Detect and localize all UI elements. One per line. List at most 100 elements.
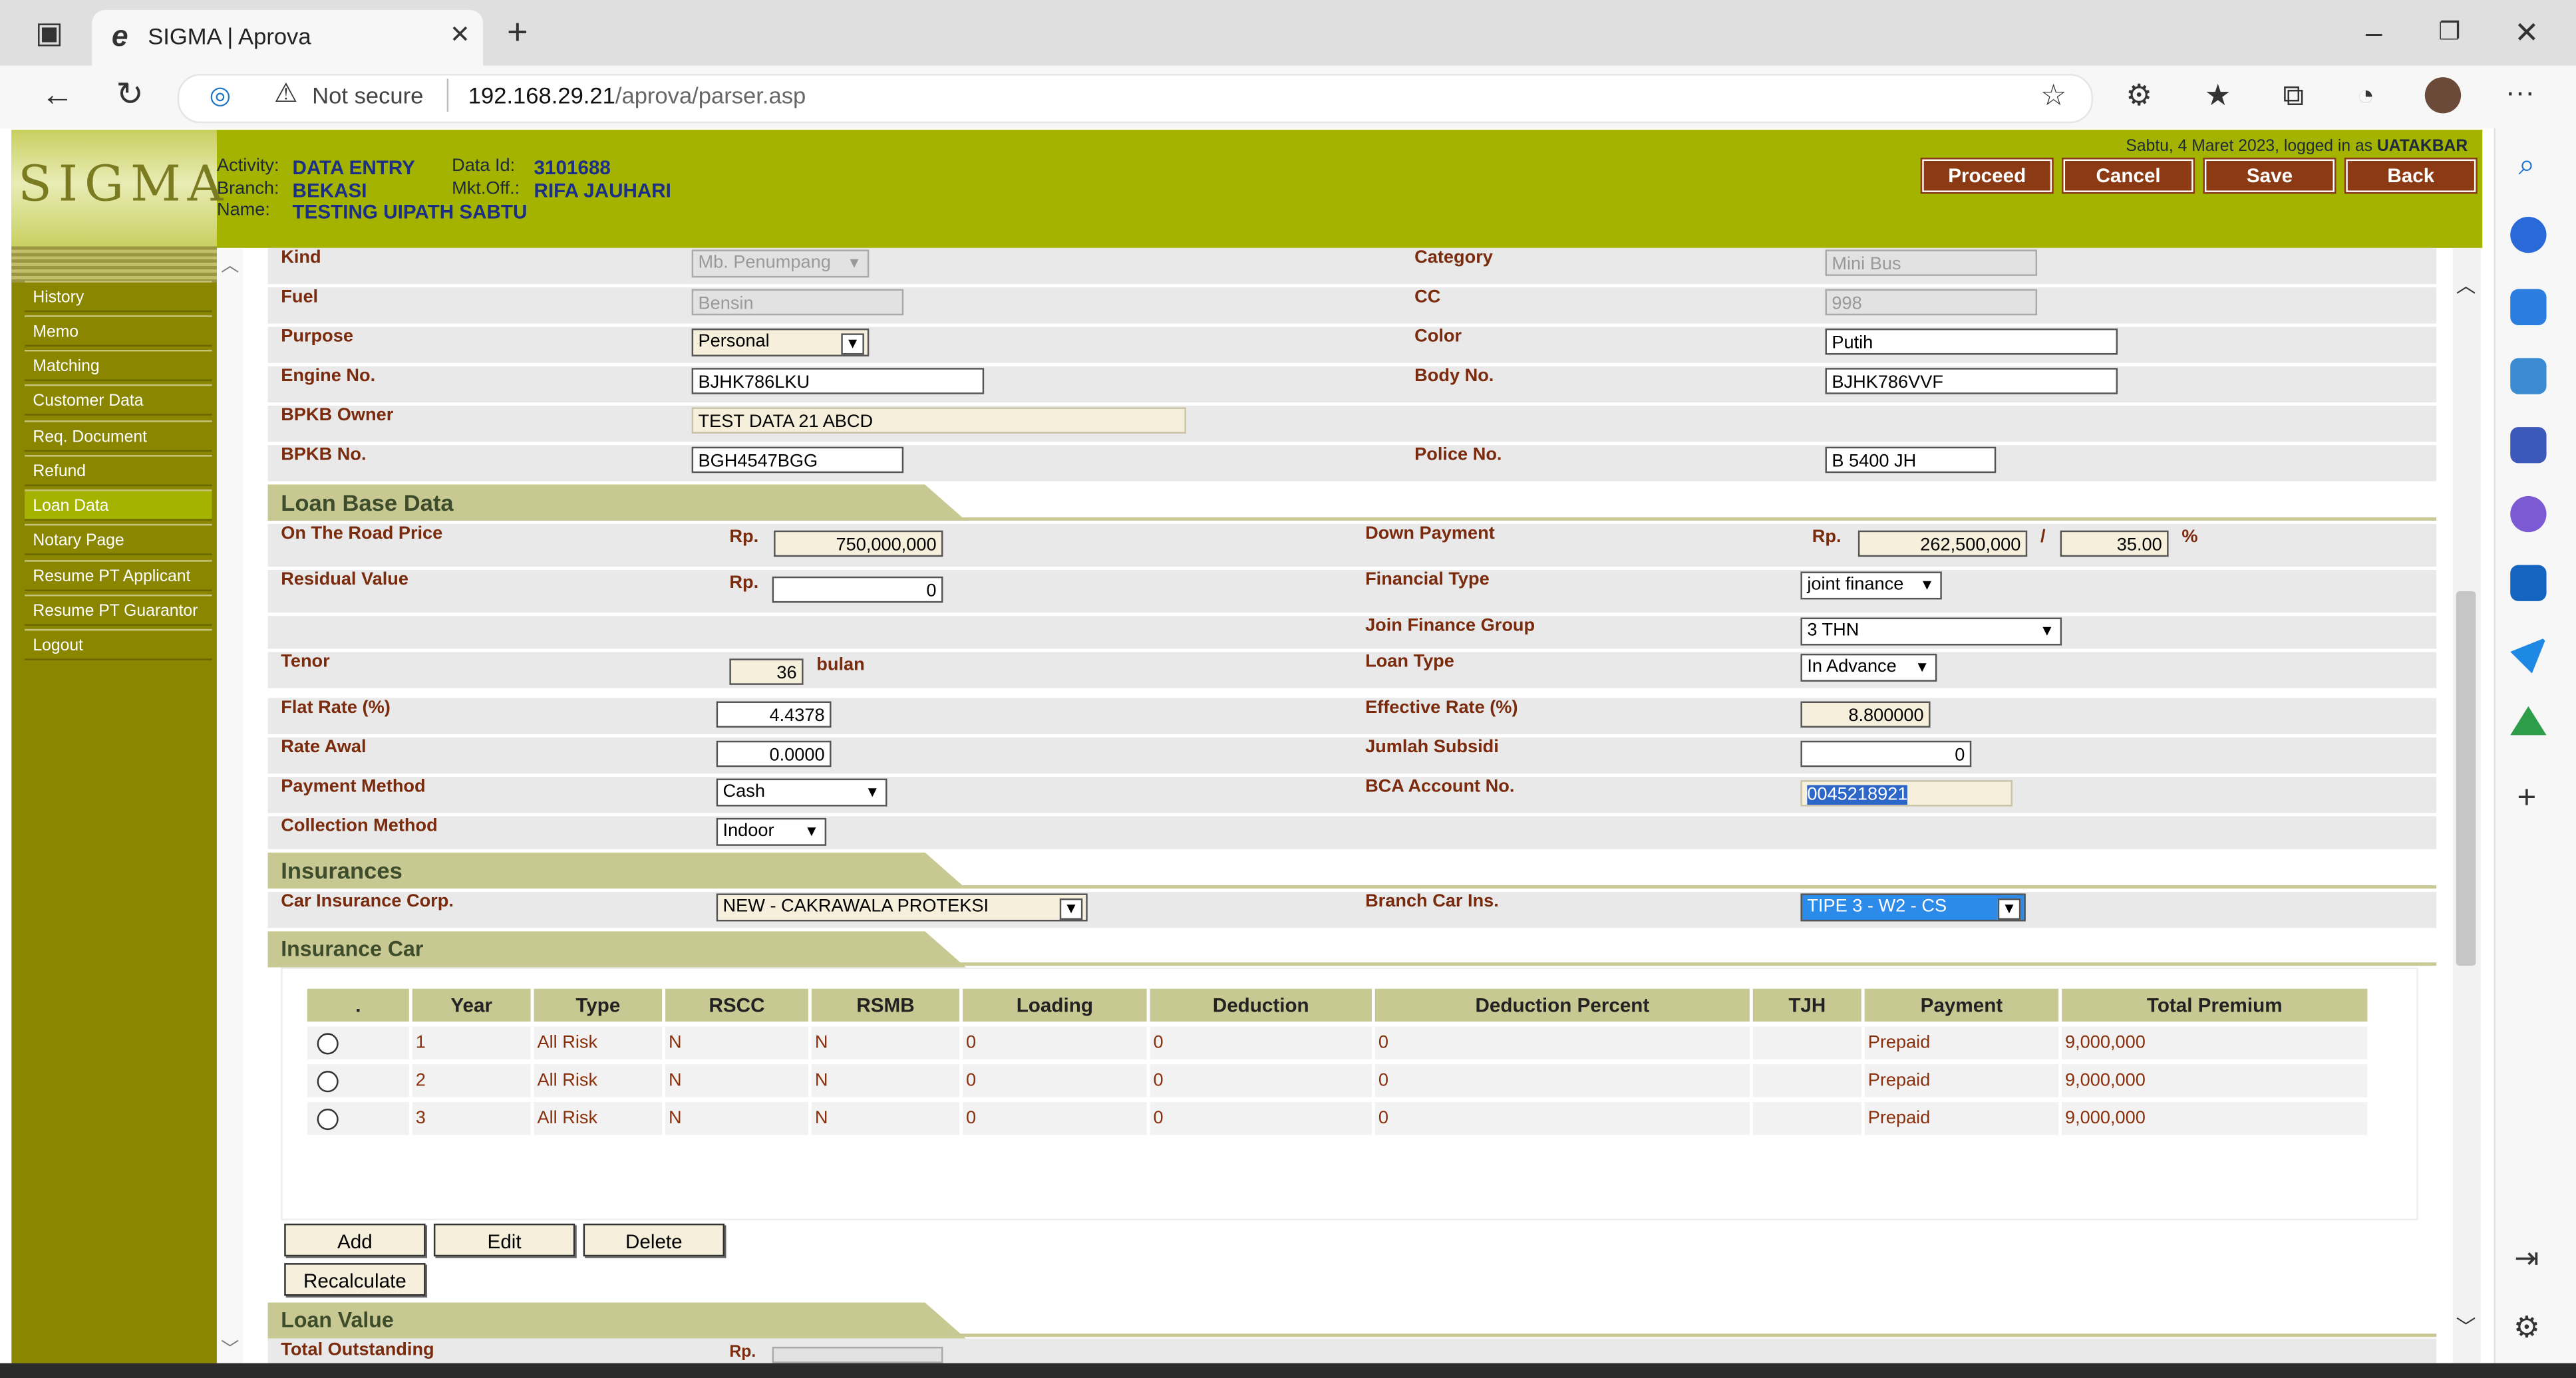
settings-icon[interactable]: ⚙	[2510, 1311, 2543, 1343]
nav-item-req-document[interactable]: Req. Document	[25, 420, 212, 452]
refresh-icon[interactable]: ↻	[112, 79, 148, 112]
office-icon[interactable]	[2510, 495, 2547, 533]
nav-item-loan-data[interactable]: Loan Data	[25, 489, 212, 521]
paymethod-select[interactable]: Cash ▼	[716, 778, 887, 807]
nav-item-notary-page[interactable]: Notary Page	[25, 523, 212, 555]
kind-select[interactable]: Mb. Penumpang ▼	[691, 249, 870, 278]
fintype-select[interactable]: joint finance ▼	[1800, 571, 1942, 600]
joingroup-select[interactable]: 3 THN ▼	[1800, 617, 2062, 646]
bca-field[interactable]: 0045218921	[1800, 780, 2013, 807]
dp-field[interactable]: 262,500,000	[1857, 530, 2028, 557]
cell-type: All Risk	[534, 1026, 666, 1059]
left-scrollbar[interactable]	[216, 247, 243, 1363]
effrate-field[interactable]: 8.800000	[1800, 701, 1931, 728]
restore-icon[interactable]: ❐	[2433, 17, 2466, 49]
proceed-button[interactable]: Proceed	[1920, 158, 2054, 194]
color-field[interactable]: Putih	[1825, 328, 2118, 355]
nav-item-logout[interactable]: Logout	[25, 628, 212, 660]
cc-field[interactable]: 998	[1825, 289, 2038, 316]
residual-field[interactable]: 0	[772, 576, 943, 603]
back-icon[interactable]: ←	[39, 79, 75, 112]
bing-icon[interactable]	[2510, 216, 2547, 253]
hide-sidebar-icon[interactable]: ⇥	[2510, 1242, 2543, 1274]
cell-deduction-percent: 0	[1374, 1102, 1753, 1135]
scrollbar-thumb[interactable]	[2456, 591, 2476, 966]
save-button[interactable]: Save	[2203, 158, 2336, 194]
url-text[interactable]: 192.168.29.21/aprova/parser.asp	[468, 82, 806, 108]
cell-tjh	[1752, 1064, 1865, 1097]
flatrate-field[interactable]: 4.4378	[716, 701, 832, 728]
tenor-field[interactable]: 36	[729, 658, 804, 685]
collections-icon[interactable]: ⧉	[2277, 79, 2310, 112]
add-sidebar-icon[interactable]: +	[2510, 782, 2543, 815]
scroll-up-icon[interactable]: ︿	[220, 249, 240, 282]
dp-percent-field[interactable]: 35.00	[2060, 530, 2169, 557]
category-field[interactable]: Mini Bus	[1825, 249, 2038, 276]
section-underline	[267, 962, 2437, 966]
favorites-icon[interactable]: ★	[2201, 79, 2234, 112]
row-residual	[267, 569, 2437, 613]
cancel-button[interactable]: Cancel	[2062, 158, 2195, 194]
cell-tjh	[1752, 1102, 1865, 1135]
extensions-icon[interactable]: ⚙	[2122, 79, 2155, 112]
not-secure-label[interactable]: Not secure	[312, 82, 423, 108]
rateawal-field[interactable]: 0.0000	[716, 740, 832, 767]
police-field[interactable]: B 5400 JH	[1825, 446, 1997, 474]
sidebar-toggle-icon[interactable]: ▣	[33, 17, 65, 49]
subsidi-field[interactable]: 0	[1800, 740, 1972, 767]
row-radio[interactable]	[317, 1071, 339, 1093]
bpkb-no-field[interactable]: BGH4547BGG	[691, 446, 904, 474]
cell-year: 3	[412, 1102, 534, 1135]
tools-icon[interactable]	[2510, 358, 2547, 394]
otr-field[interactable]: 750,000,000	[774, 530, 943, 557]
scroll-down-arrow-icon[interactable]: ﹀	[2454, 1311, 2478, 1343]
outlook-icon[interactable]	[2510, 565, 2547, 601]
nav-item-memo[interactable]: Memo	[25, 315, 212, 347]
outstanding-field[interactable]	[772, 1347, 943, 1363]
shopping-icon[interactable]	[2510, 289, 2547, 325]
scroll-down-icon[interactable]: ﹀	[220, 1333, 240, 1366]
nav-item-resume-pt-applicant[interactable]: Resume PT Applicant	[25, 560, 212, 592]
nav-item-customer-data[interactable]: Customer Data	[25, 384, 212, 416]
tab-title: SIGMA | Aprova	[148, 23, 311, 50]
more-menu-icon[interactable]: ···	[2503, 76, 2536, 108]
name-label: Name:	[216, 200, 270, 220]
bca-label: BCA Account No.	[1365, 777, 1515, 797]
col-total-premium: Total Premium	[2062, 988, 2368, 1022]
recalculate-button[interactable]: Recalculate	[284, 1263, 426, 1296]
games-icon[interactable]	[2510, 427, 2547, 464]
nav-item-matching[interactable]: Matching	[25, 350, 212, 381]
new-tab-icon[interactable]: +	[501, 14, 534, 50]
scroll-up-arrow-icon[interactable]: ︿	[2454, 269, 2478, 302]
performance-icon[interactable]: ◔	[2349, 79, 2382, 112]
add-favorite-icon[interactable]: ☆	[2037, 79, 2070, 112]
nav-item-history[interactable]: History	[25, 281, 212, 313]
minimize-icon[interactable]: –	[2358, 17, 2390, 49]
activity-value: DATA ENTRY	[292, 156, 415, 180]
nav-item-resume-pt-guarantor[interactable]: Resume PT Guarantor	[25, 594, 212, 626]
cell-tjh	[1752, 1026, 1865, 1059]
row-radio[interactable]	[317, 1108, 339, 1131]
profile-avatar[interactable]	[2424, 77, 2462, 114]
purpose-select[interactable]: Personal ▼	[691, 328, 870, 356]
branch-ins-select[interactable]: TIPE 3 - W2 - CS ▼	[1800, 893, 2026, 922]
engine-field[interactable]: BJHK786LKU	[691, 368, 985, 394]
bpkb-owner-field[interactable]: TEST DATA 21 ABCD	[691, 407, 1186, 434]
edit-button[interactable]: Edit	[433, 1223, 575, 1257]
search-icon[interactable]: ⌕	[2510, 148, 2543, 180]
add-button[interactable]: Add	[284, 1223, 426, 1257]
nav-item-refund[interactable]: Refund	[25, 455, 212, 487]
loantype-select[interactable]: In Advance ▼	[1800, 653, 1937, 682]
body-label: Body No.	[1414, 366, 1494, 386]
back-button[interactable]: Back	[2344, 158, 2478, 194]
close-tab-icon[interactable]: ✕	[447, 20, 474, 53]
corp-select[interactable]: NEW - CAKRAWALA PROTEKSI ▼	[716, 893, 1088, 922]
collmethod-select[interactable]: Indoor ▼	[716, 817, 827, 846]
row-radio[interactable]	[317, 1033, 339, 1055]
joingroup-label: Join Finance Group	[1365, 616, 1535, 636]
url-field[interactable]	[177, 74, 2094, 124]
delete-button[interactable]: Delete	[583, 1223, 725, 1257]
fuel-field[interactable]: Bensin	[691, 289, 904, 316]
close-window-icon[interactable]: ✕	[2510, 17, 2543, 49]
body-field[interactable]: BJHK786VVF	[1825, 368, 2118, 394]
